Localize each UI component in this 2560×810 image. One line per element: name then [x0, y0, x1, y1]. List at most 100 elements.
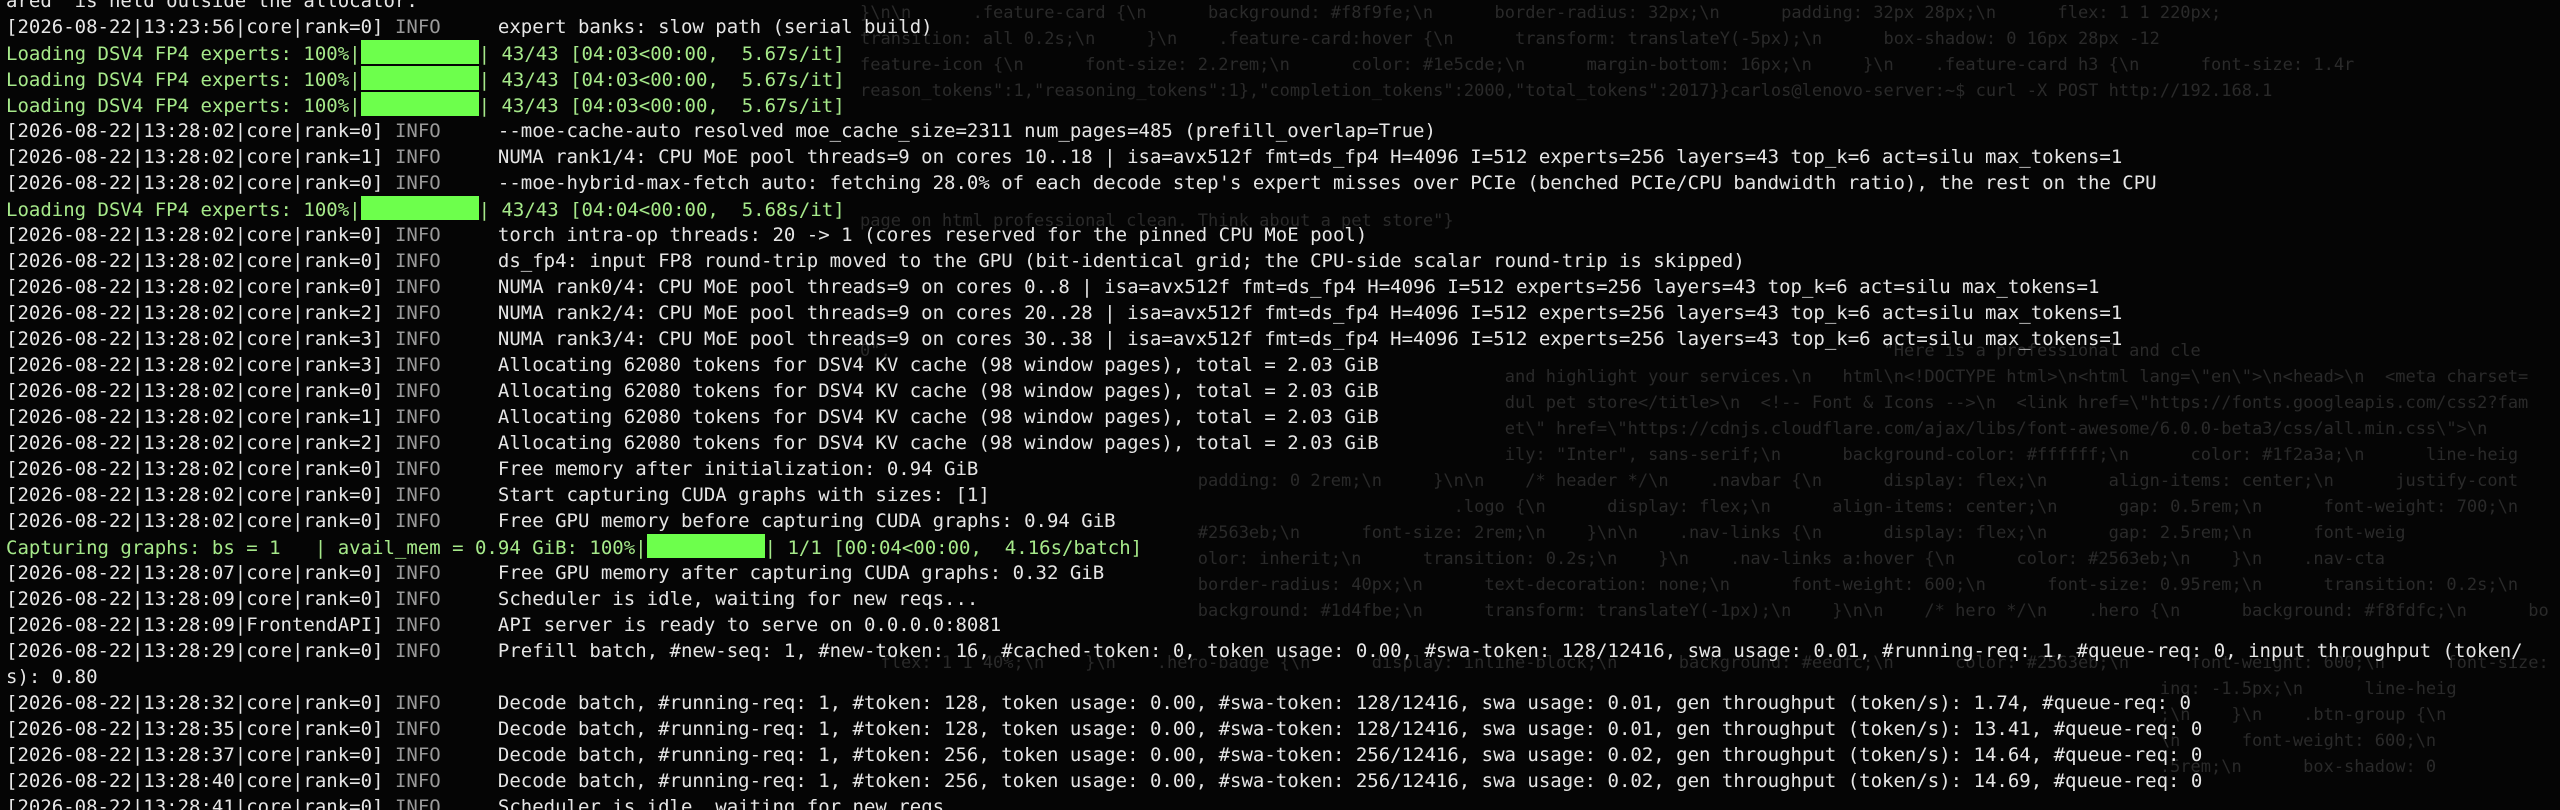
log-line: Loading DSV4 FP4 experts: 100%| | 43/43 [… — [6, 66, 2560, 92]
log-line: [2026-08-22|13:28:35|core|rank=0] INFO D… — [6, 716, 2560, 742]
progress-label: Loading DSV4 FP4 experts: 100%| — [6, 199, 361, 221]
log-prefix: [2026-08-22|13:23:56|core|rank=0] — [6, 16, 384, 38]
log-line: Loading DSV4 FP4 experts: 100%| | 43/43 [… — [6, 196, 2560, 222]
log-level: INFO — [394, 380, 441, 402]
log-message: Allocating 62080 tokens for DSV4 KV cach… — [497, 380, 1379, 402]
log-message: Decode batch, #running-req: 1, #token: 1… — [497, 718, 2203, 740]
progress-label: Loading DSV4 FP4 experts: 100%| — [6, 69, 361, 91]
log-level: INFO — [394, 510, 441, 532]
log-level: INFO — [394, 744, 441, 766]
log-text: s): 0.80 — [6, 666, 98, 688]
log-message: NUMA rank1/4: CPU MoE pool threads=9 on … — [497, 146, 2123, 168]
log-line: [2026-08-22|13:28:02|core|rank=0] INFO S… — [6, 482, 2560, 508]
progress-bar — [360, 196, 479, 220]
log-message: Decode batch, #running-req: 1, #token: 1… — [497, 692, 2191, 714]
log-prefix: [2026-08-22|13:28:02|core|rank=2] — [6, 302, 384, 324]
log-line: [2026-08-22|13:28:02|core|rank=2] INFO A… — [6, 430, 2560, 456]
log-line: [2026-08-22|13:28:02|core|rank=3] INFO N… — [6, 326, 2560, 352]
log-level: INFO — [394, 588, 441, 610]
log-level: INFO — [394, 692, 441, 714]
log-level: INFO — [394, 718, 441, 740]
log-message: Free GPU memory after capturing CUDA gra… — [497, 562, 1105, 584]
log-level: INFO — [394, 146, 441, 168]
log-line: s): 0.80 — [6, 664, 2560, 690]
log-message: NUMA rank3/4: CPU MoE pool threads=9 on … — [497, 328, 2123, 350]
log-message: Decode batch, #running-req: 1, #token: 2… — [497, 770, 2203, 792]
log-line: [2026-08-22|13:28:02|core|rank=1] INFO A… — [6, 404, 2560, 430]
log-line: [2026-08-22|13:28:37|core|rank=0] INFO D… — [6, 742, 2560, 768]
log-line: [2026-08-22|13:28:02|core|rank=0] INFO N… — [6, 274, 2560, 300]
log-line: [2026-08-22|13:28:02|core|rank=2] INFO N… — [6, 300, 2560, 326]
log-prefix: [2026-08-22|13:28:35|core|rank=0] — [6, 718, 384, 740]
log-level: INFO — [394, 640, 441, 662]
log-prefix: [2026-08-22|13:28:02|core|rank=0] — [6, 250, 384, 272]
log-message: expert banks: slow path (serial build) — [497, 16, 933, 38]
log-prefix: [2026-08-22|13:28:02|core|rank=0] — [6, 224, 384, 246]
log-line: Loading DSV4 FP4 experts: 100%| | 43/43 [… — [6, 92, 2560, 118]
log-level: INFO — [394, 484, 441, 506]
log-prefix: [2026-08-22|13:28:02|core|rank=0] — [6, 276, 384, 298]
log-prefix: [2026-08-22|13:28:02|core|rank=0] — [6, 120, 384, 142]
log-line: [2026-08-22|13:28:02|core|rank=0] INFO F… — [6, 508, 2560, 534]
log-message: Decode batch, #running-req: 1, #token: 2… — [497, 744, 2203, 766]
log-level: INFO — [394, 172, 441, 194]
log-message: --moe-hybrid-max-fetch auto: fetching 28… — [497, 172, 2157, 194]
log-prefix: [2026-08-22|13:28:09|core|rank=0] — [6, 588, 384, 610]
log-line: [2026-08-22|13:28:02|core|rank=0] INFO t… — [6, 222, 2560, 248]
log-line: [2026-08-22|13:28:29|core|rank=0] INFO P… — [6, 638, 2560, 664]
log-prefix: [2026-08-22|13:28:29|core|rank=0] — [6, 640, 384, 662]
log-prefix: [2026-08-22|13:28:02|core|rank=0] — [6, 172, 384, 194]
progress-stats: | 43/43 [04:03<00:00, 5.67s/it] — [478, 95, 845, 117]
log-message: Allocating 62080 tokens for DSV4 KV cach… — [497, 354, 1379, 376]
log-message: Free memory after initialization: 0.94 G… — [497, 458, 979, 480]
progress-stats: | 1/1 [00:04<00:00, 4.16s/batch] — [764, 537, 1143, 559]
log-prefix: [2026-08-22|13:28:02|core|rank=0] — [6, 484, 384, 506]
log-line: ared` is held outside the allocator. — [6, 0, 2560, 14]
log-prefix: [2026-08-22|13:28:02|core|rank=1] — [6, 406, 384, 428]
log-message: ds_fp4: input FP8 round-trip moved to th… — [497, 250, 1745, 272]
log-line: [2026-08-22|13:23:56|core|rank=0] INFO e… — [6, 14, 2560, 40]
log-line: [2026-08-22|13:28:09|FrontendAPI] INFO A… — [6, 612, 2560, 638]
log-prefix: [2026-08-22|13:28:37|core|rank=0] — [6, 744, 384, 766]
log-prefix: [2026-08-22|13:28:09|FrontendAPI] — [6, 614, 384, 636]
log-prefix: [2026-08-22|13:28:02|core|rank=0] — [6, 380, 384, 402]
log-prefix: [2026-08-22|13:28:41|core|rank=0] — [6, 796, 384, 810]
log-prefix: [2026-08-22|13:28:02|core|rank=0] — [6, 510, 384, 532]
log-level: INFO — [394, 614, 441, 636]
progress-bar — [360, 66, 479, 90]
log-line: [2026-08-22|13:28:32|core|rank=0] INFO D… — [6, 690, 2560, 716]
log-prefix: [2026-08-22|13:28:02|core|rank=3] — [6, 354, 384, 376]
log-line: [2026-08-22|13:28:41|core|rank=0] INFO S… — [6, 794, 2560, 810]
log-line: [2026-08-22|13:28:07|core|rank=0] INFO F… — [6, 560, 2560, 586]
log-message: Allocating 62080 tokens for DSV4 KV cach… — [497, 406, 1379, 428]
terminal-window[interactable]: }\n\n .feature-card {\n background: #f8f… — [0, 0, 2560, 810]
log-line: [2026-08-22|13:28:09|core|rank=0] INFO S… — [6, 586, 2560, 612]
log-message: Scheduler is idle, waiting for new reqs.… — [497, 796, 979, 810]
log-message: API server is ready to serve on 0.0.0.0:… — [497, 614, 1002, 636]
log-line: [2026-08-22|13:28:02|core|rank=3] INFO A… — [6, 352, 2560, 378]
log-level: INFO — [394, 796, 441, 810]
log-prefix: [2026-08-22|13:28:02|core|rank=0] — [6, 458, 384, 480]
terminal-log: ared` is held outside the allocator. [202… — [6, 0, 2560, 810]
log-message: Start capturing CUDA graphs with sizes: … — [497, 484, 990, 506]
progress-stats: | 43/43 [04:03<00:00, 5.67s/it] — [478, 69, 845, 91]
progress-bar — [360, 92, 479, 116]
log-message: Prefill batch, #new-seq: 1, #new-token: … — [497, 640, 2523, 662]
log-level: INFO — [394, 224, 441, 246]
log-line: [2026-08-22|13:28:02|core|rank=0] INFO -… — [6, 170, 2560, 196]
log-message: --moe-cache-auto resolved moe_cache_size… — [497, 120, 1436, 142]
progress-bar — [360, 40, 479, 64]
log-message: NUMA rank0/4: CPU MoE pool threads=9 on … — [497, 276, 2100, 298]
log-level: INFO — [394, 458, 441, 480]
log-level: INFO — [394, 276, 441, 298]
log-message: Scheduler is idle, waiting for new reqs.… — [497, 588, 979, 610]
progress-label: Capturing graphs: bs = 1 | avail_mem = 0… — [6, 537, 647, 559]
log-level: INFO — [394, 432, 441, 454]
log-level: INFO — [394, 562, 441, 584]
log-level: INFO — [394, 770, 441, 792]
log-prefix: [2026-08-22|13:28:07|core|rank=0] — [6, 562, 384, 584]
log-level: INFO — [394, 328, 441, 350]
log-line: [2026-08-22|13:28:40|core|rank=0] INFO D… — [6, 768, 2560, 794]
log-prefix: [2026-08-22|13:28:02|core|rank=2] — [6, 432, 384, 454]
log-message: Free GPU memory before capturing CUDA gr… — [497, 510, 1116, 532]
